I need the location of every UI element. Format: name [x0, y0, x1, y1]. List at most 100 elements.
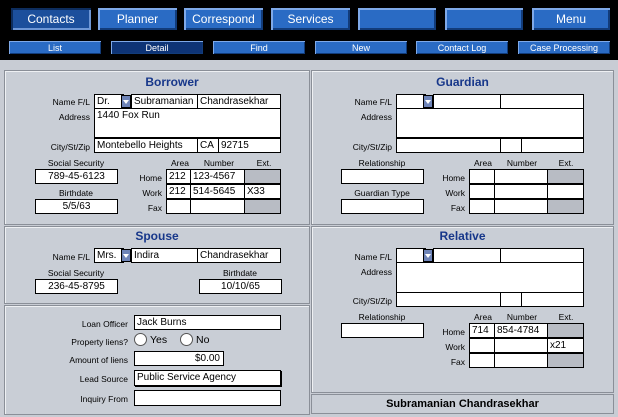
guardian-home-number[interactable]	[494, 169, 548, 184]
tab-correspond[interactable]: Correspond	[183, 7, 264, 31]
tab-menu[interactable]: Menu	[531, 7, 611, 31]
guardian-work-number[interactable]	[494, 184, 548, 199]
relative-home-ext[interactable]	[547, 323, 584, 338]
borrower-home-area[interactable]: 212	[166, 169, 191, 184]
relative-zip-field[interactable]	[521, 292, 584, 307]
relative-work-ext[interactable]: x21	[547, 338, 584, 353]
relative-fax-number[interactable]	[494, 353, 548, 368]
inquiry-from-field[interactable]	[134, 390, 281, 406]
loan-officer-label: Loan Officer	[81, 319, 128, 329]
tab-services[interactable]: Services	[270, 7, 351, 31]
borrower-work-number[interactable]: 514-5645	[190, 184, 245, 199]
spouse-birthdate-field[interactable]: 10/10/65	[199, 279, 282, 294]
borrower-address-label: Address	[58, 112, 90, 122]
amount-liens-label: Amount of liens	[69, 355, 128, 365]
chevron-down-icon[interactable]	[121, 249, 131, 262]
borrower-last-name-field[interactable]: Chandrasekhar	[197, 94, 281, 109]
amount-liens-field[interactable]: $0.00	[134, 351, 224, 366]
relative-work-number[interactable]	[494, 338, 548, 353]
relative-city-label: City/St/Zip	[352, 296, 392, 306]
relative-relationship-field[interactable]	[341, 323, 424, 338]
guardian-type-field[interactable]	[341, 199, 424, 214]
subtab-find[interactable]: Find	[212, 40, 306, 55]
spouse-first-name-field[interactable]: Indira	[131, 248, 198, 263]
guardian-home-ext[interactable]	[547, 169, 584, 184]
spouse-ssn-field[interactable]: 236-45-8795	[35, 279, 118, 294]
borrower-zip-field[interactable]: 92715	[218, 138, 281, 153]
relative-city-field[interactable]	[396, 292, 501, 307]
spouse-last-name-field[interactable]: Chandrasekhar	[197, 248, 281, 263]
secondary-nav: List Detail Find New Contact Log Case Pr…	[0, 36, 618, 60]
guardian-name-label: Name F/L	[354, 97, 392, 107]
liens-no-radio[interactable]	[180, 333, 193, 346]
borrower-work-area[interactable]: 212	[166, 184, 191, 199]
guardian-fax-number[interactable]	[494, 199, 548, 214]
relative-fax-ext[interactable]	[547, 353, 584, 368]
guardian-relationship-field[interactable]	[341, 169, 424, 184]
chevron-down-icon[interactable]	[121, 95, 131, 108]
chevron-down-icon[interactable]	[423, 95, 433, 108]
borrower-home-number[interactable]: 123-4567	[190, 169, 245, 184]
subtab-contact-log[interactable]: Contact Log	[415, 40, 509, 55]
loan-officer-field[interactable]: Jack Burns	[134, 315, 281, 330]
relative-last-name-field[interactable]	[500, 248, 584, 263]
guardian-fax-area[interactable]	[469, 199, 495, 214]
spouse-ssn-label: Social Security	[47, 268, 105, 278]
lead-source-field[interactable]: Public Service Agency	[134, 370, 281, 386]
borrower-birthdate-field[interactable]: 5/5/63	[35, 199, 118, 214]
relative-work-area[interactable]	[469, 338, 495, 353]
tab-blank-2[interactable]	[444, 7, 524, 31]
borrower-ext-header: Ext.	[256, 158, 272, 168]
liens-yes-radio[interactable]	[134, 333, 147, 346]
borrower-state-field[interactable]: CA	[197, 138, 219, 153]
guardian-title: Guardian	[436, 75, 489, 89]
guardian-work-label: Work	[445, 188, 465, 198]
guardian-work-ext[interactable]	[547, 184, 584, 199]
liens-yes-label: Yes	[150, 334, 168, 346]
subtab-list[interactable]: List	[8, 40, 102, 55]
borrower-work-ext[interactable]: X33	[244, 184, 281, 199]
guardian-fax-ext[interactable]	[547, 199, 584, 214]
relative-first-name-field[interactable]	[433, 248, 501, 263]
spouse-name-label: Name F/L	[52, 252, 90, 262]
subtab-new[interactable]: New	[314, 40, 408, 55]
guardian-address-field[interactable]	[396, 108, 584, 138]
guardian-work-area[interactable]	[469, 184, 495, 199]
borrower-fax-ext[interactable]	[244, 199, 281, 214]
guardian-city-field[interactable]	[396, 138, 501, 153]
relative-address-field[interactable]	[396, 262, 584, 293]
subtab-case-processing[interactable]: Case Processing	[517, 40, 611, 55]
chevron-down-icon[interactable]	[423, 249, 433, 262]
borrower-number-header: Number	[203, 158, 235, 168]
borrower-prefix-field[interactable]: Dr.	[94, 94, 124, 109]
tab-planner[interactable]: Planner	[97, 7, 178, 31]
tab-contacts[interactable]: Contacts	[10, 7, 92, 31]
borrower-first-name-field[interactable]: Subramanian	[131, 94, 198, 109]
relative-ext-header: Ext.	[558, 312, 574, 322]
relative-home-number[interactable]: 854-4784	[494, 323, 548, 338]
relative-prefix-field[interactable]	[396, 248, 426, 263]
spouse-prefix-field[interactable]: Mrs.	[94, 248, 124, 263]
guardian-last-name-field[interactable]	[500, 94, 584, 109]
borrower-fax-number[interactable]	[190, 199, 245, 214]
subtab-detail[interactable]: Detail	[110, 40, 204, 55]
guardian-first-name-field[interactable]	[433, 94, 501, 109]
borrower-ssn-label: Social Security	[47, 158, 105, 168]
guardian-ext-header: Ext.	[558, 158, 574, 168]
guardian-state-field[interactable]	[500, 138, 522, 153]
borrower-fax-area[interactable]	[166, 199, 191, 214]
relative-fax-area[interactable]	[469, 353, 495, 368]
guardian-home-area[interactable]	[469, 169, 495, 184]
borrower-address-field[interactable]: 1440 Fox Run	[94, 108, 281, 138]
guardian-prefix-field[interactable]	[396, 94, 426, 109]
liens-no-label: No	[196, 334, 210, 346]
tab-blank-1[interactable]	[357, 7, 437, 31]
borrower-home-ext[interactable]	[244, 169, 281, 184]
relative-home-area[interactable]: 714	[469, 323, 495, 338]
guardian-home-label: Home	[442, 173, 465, 183]
relative-state-field[interactable]	[500, 292, 522, 307]
primary-nav: Contacts Planner Correspond Services Men…	[0, 0, 618, 36]
borrower-city-field[interactable]: Montebello Heights	[94, 138, 198, 153]
borrower-ssn-field[interactable]: 789-45-6123	[35, 169, 118, 184]
guardian-zip-field[interactable]	[521, 138, 584, 153]
